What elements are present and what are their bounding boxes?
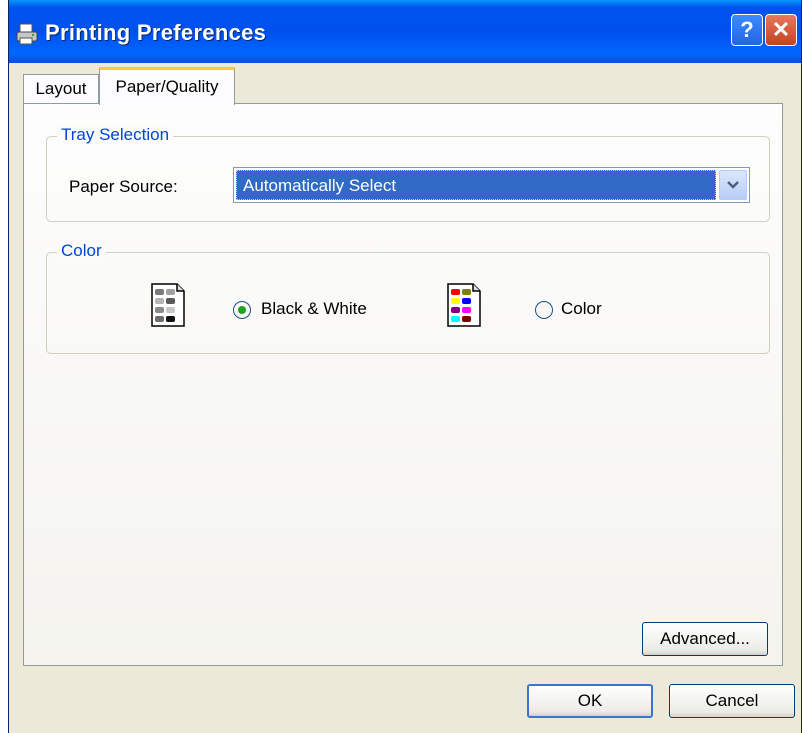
close-button[interactable]: ✕ — [765, 14, 797, 46]
black-white-radio[interactable] — [233, 301, 251, 319]
tab-layout[interactable]: Layout — [23, 74, 99, 104]
chevron-down-icon — [727, 181, 739, 189]
color-group: Color Black & White Color — [46, 241, 770, 354]
color-page-icon — [447, 283, 481, 327]
tray-selection-legend: Tray Selection — [57, 125, 174, 145]
color-legend: Color — [57, 241, 106, 261]
window-title: Printing Preferences — [45, 20, 267, 45]
grayscale-page-icon — [151, 283, 185, 327]
black-white-label[interactable]: Black & White — [261, 299, 367, 319]
color-radio[interactable] — [535, 301, 553, 319]
tab-paper-quality[interactable]: Paper/Quality — [99, 67, 235, 105]
tab-panel-paper-quality: Tray Selection Paper Source: Automatical… — [23, 103, 783, 666]
color-label[interactable]: Color — [561, 299, 602, 319]
printer-icon — [16, 23, 38, 45]
help-button[interactable]: ? — [731, 14, 763, 46]
paper-source-dropdown[interactable]: Automatically Select — [233, 167, 750, 203]
printing-preferences-dialog: Printing Preferences ? ✕ Layout Paper/Qu… — [8, 0, 802, 733]
title-bar[interactable]: Printing Preferences ? ✕ — [9, 0, 801, 63]
ok-button[interactable]: OK — [527, 684, 653, 718]
cancel-button[interactable]: Cancel — [669, 684, 795, 718]
paper-source-value: Automatically Select — [236, 170, 716, 200]
tray-selection-group: Tray Selection Paper Source: Automatical… — [46, 125, 770, 222]
dropdown-arrow-button[interactable] — [719, 170, 747, 200]
radio-selected-dot — [238, 306, 246, 314]
paper-source-label: Paper Source: — [69, 177, 178, 196]
advanced-button[interactable]: Advanced... — [642, 622, 768, 656]
